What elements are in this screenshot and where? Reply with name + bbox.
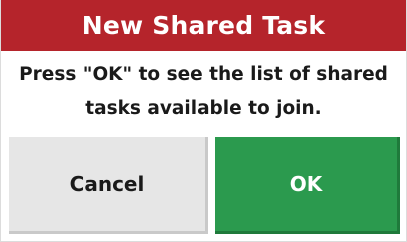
- ok-button[interactable]: OK: [215, 137, 400, 234]
- dialog-title: New Shared Task: [1, 0, 406, 51]
- dialog-message-line-2: tasks available to join.: [85, 98, 322, 119]
- shared-task-dialog: New Shared Task Press "OK" to see the li…: [0, 0, 407, 242]
- cancel-button-label: Cancel: [69, 172, 145, 196]
- dialog-message-line-1: Press "OK" to see the list of shared: [19, 64, 388, 85]
- ok-button-label: OK: [289, 172, 323, 196]
- dialog-message: Press "OK" to see the list of shared tas…: [1, 58, 406, 126]
- cancel-button[interactable]: Cancel: [9, 137, 208, 234]
